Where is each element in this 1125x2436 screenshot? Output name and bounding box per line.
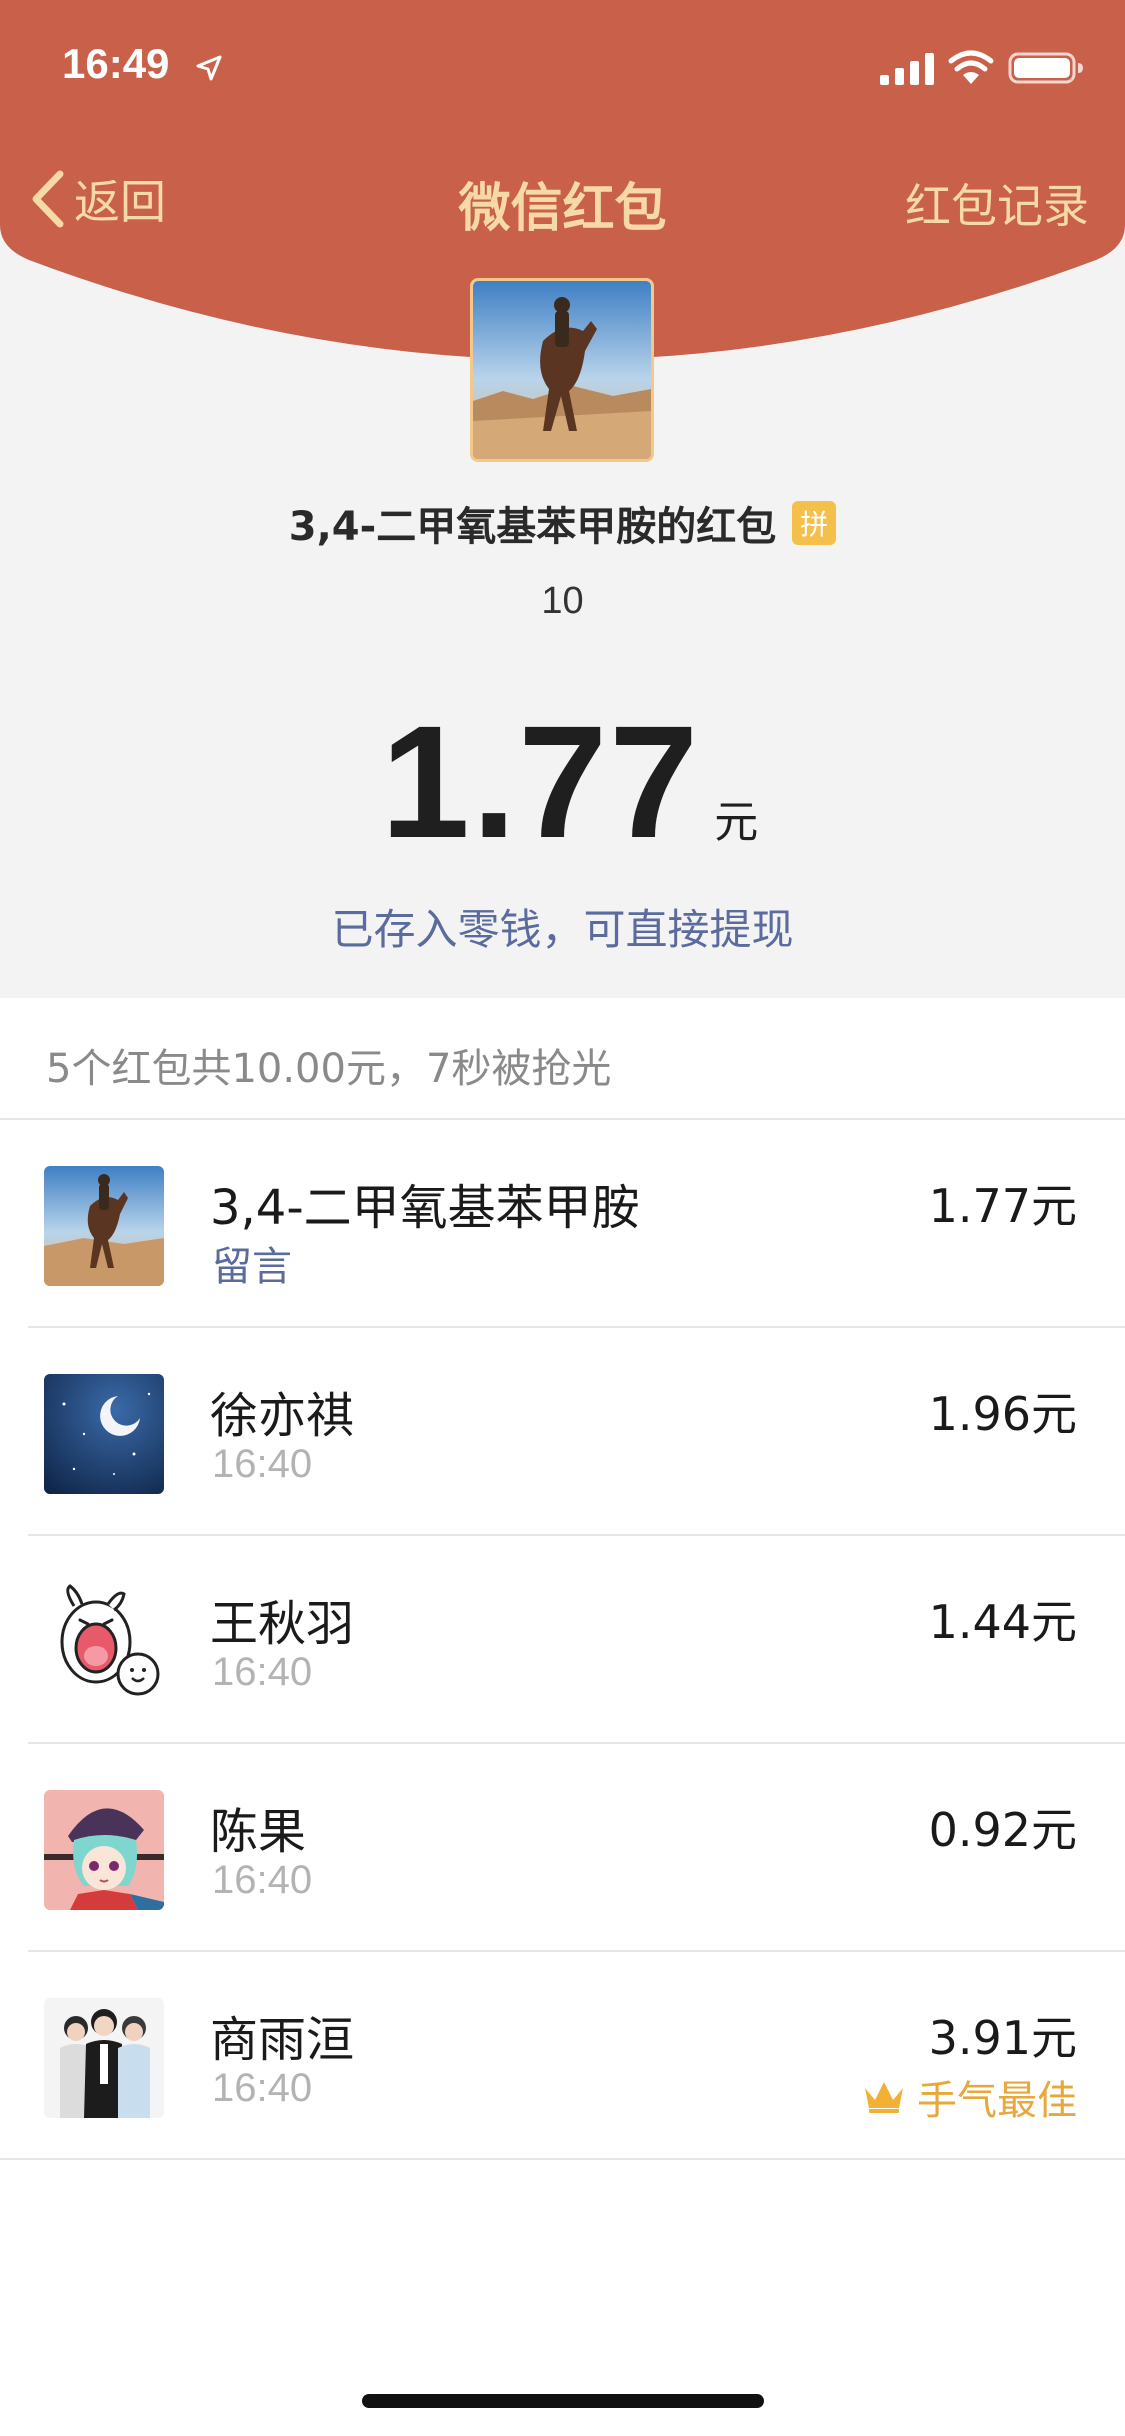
list-item[interactable]: 徐亦祺 16:40 1.96元: [0, 1328, 1125, 1536]
sender-avatar[interactable]: [470, 278, 654, 462]
crown-icon: [865, 2082, 903, 2113]
claim-time: 16:40: [212, 1442, 313, 1486]
claim-time: 16:40: [212, 2066, 313, 2110]
recipient-name: 商雨洹: [210, 2012, 355, 2068]
cellular-signal-icon: [880, 53, 934, 85]
list-item[interactable]: 商雨洹 16:40 3.91元 手气最佳: [0, 1952, 1125, 2160]
red-packet-records-button[interactable]: 红包记录: [905, 170, 1089, 236]
cartoon-rabbit-avatar: [44, 1582, 164, 1702]
saved-to-balance-link[interactable]: 已存入零钱，可直接提现: [0, 896, 1125, 957]
pin-badge: 拼: [792, 501, 837, 545]
recipient-list: 3,4-二甲氧基苯甲胺 留言 1.77元 徐亦祺 16:40 1.96元 王秋羽…: [0, 1120, 1125, 2160]
wifi-icon: [948, 50, 994, 84]
location-arrow-icon: [196, 55, 222, 81]
claim-time: 16:40: [212, 1858, 313, 1902]
divider: [0, 2158, 1125, 2160]
night-moon-avatar: [44, 1374, 164, 1494]
list-item[interactable]: 3,4-二甲氧基苯甲胺 留言 1.77元: [0, 1120, 1125, 1328]
recipient-amount: 1.96元: [928, 1387, 1077, 1441]
anime-girl-avatar: [44, 1790, 164, 1910]
horse-rider-avatar: [44, 1166, 164, 1286]
list-item[interactable]: 陈果 16:40 0.92元: [0, 1744, 1125, 1952]
home-indicator[interactable]: [362, 2394, 764, 2408]
recipient-name: 陈果: [210, 1804, 307, 1860]
amount-unit: 元: [714, 797, 759, 848]
sender-row: 3,4-二甲氧基苯甲胺的红包 拼: [0, 494, 1125, 552]
recipient-amount: 1.44元: [928, 1595, 1077, 1649]
battery-icon: [1008, 52, 1083, 84]
recipient-name: 王秋羽: [210, 1596, 355, 1652]
recipient-name: 徐亦祺: [210, 1388, 355, 1444]
leave-message-link[interactable]: 留言: [212, 1234, 292, 1292]
best-luck-label: 手气最佳: [917, 2078, 1077, 2124]
summary-text: 5个红包共10.00元，7秒被抢光: [46, 1046, 612, 1092]
greeting-text: 10: [541, 580, 584, 622]
recipient-name: 3,4-二甲氧基苯甲胺: [210, 1180, 640, 1236]
status-time: 16:49: [62, 40, 170, 87]
list-item[interactable]: 王秋羽 16:40 1.44元: [0, 1536, 1125, 1744]
claim-time: 16:40: [212, 1650, 313, 1694]
group-photo-avatar: [44, 1998, 164, 2118]
sender-name: 3,4-二甲氧基苯甲胺的红包: [288, 504, 777, 550]
recipient-amount: 0.92元: [928, 1803, 1077, 1857]
best-luck-badge: 手气最佳: [863, 2068, 1077, 2126]
received-amount: 1.77: [380, 692, 701, 871]
received-amount-row: 1.77 元: [0, 690, 1125, 874]
recipient-amount: 1.77元: [928, 1179, 1077, 1233]
recipient-amount: 3.91元: [928, 2011, 1077, 2065]
